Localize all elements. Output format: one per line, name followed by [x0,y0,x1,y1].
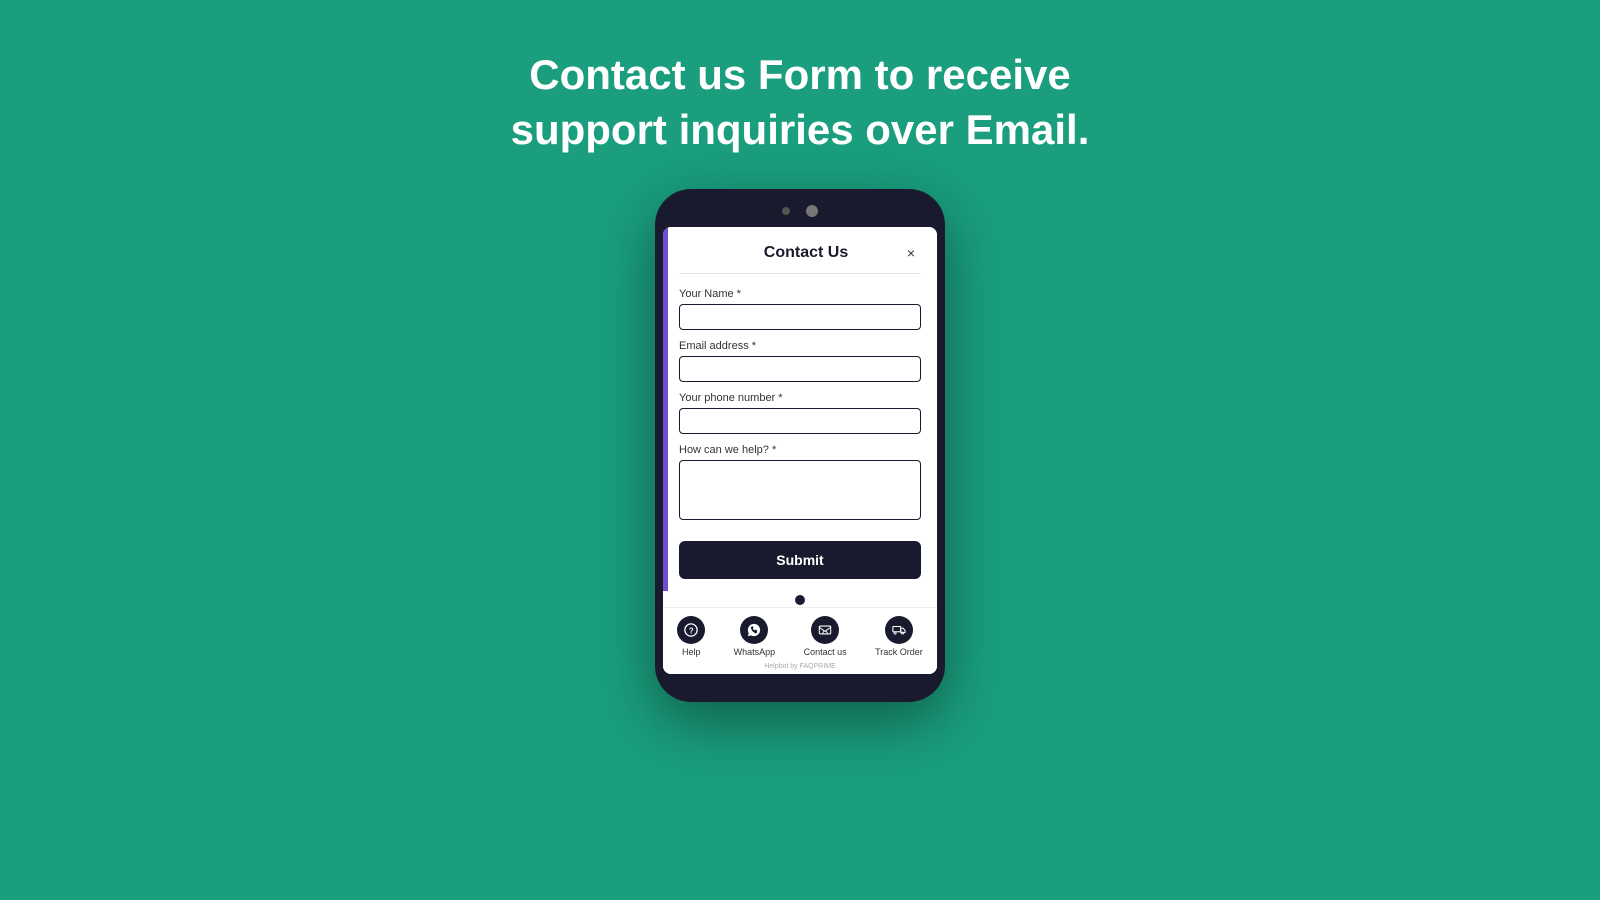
svg-text:?: ? [689,627,694,636]
nav-label-help: Help [682,647,701,657]
question-icon: ? [677,616,705,644]
email-input[interactable] [679,356,921,382]
help-label: How can we help? * [679,444,921,456]
nav-label-whatsapp: WhatsApp [734,647,776,657]
nav-item-help[interactable]: ? Help [677,616,705,657]
contact-modal: Contact Us × Your Name * Email address * [663,227,937,591]
phone-screen: Contact Us × Your Name * Email address * [663,227,937,674]
email-label: Email address * [679,340,921,352]
phone-mockup: Contact Us × Your Name * Email address * [655,189,945,702]
nav-label-track: Track Order [875,647,923,657]
submit-button[interactable]: Submit [679,541,921,579]
envelope-icon [811,616,839,644]
phone-speaker-dot [806,205,818,217]
whatsapp-icon [740,616,768,644]
nav-item-track[interactable]: Track Order [875,616,923,657]
name-label: Your Name * [679,288,921,300]
phone-label: Your phone number * [679,392,921,404]
truck-icon [885,616,913,644]
powered-by-label: Helpbot by FAQPRIME [663,661,937,674]
page-title: Contact us Form to receive support inqui… [511,48,1090,157]
help-field-group: How can we help? * [679,444,921,525]
phone-input[interactable] [679,408,921,434]
email-field-group: Email address * [679,340,921,382]
name-input[interactable] [679,304,921,330]
home-dot [795,595,805,605]
phone-field-group: Your phone number * [679,392,921,434]
contact-modal-wrapper: Contact Us × Your Name * Email address * [663,227,937,591]
help-textarea[interactable] [679,460,921,520]
bottom-nav: ? Help WhatsApp [663,607,937,661]
phone-top-bar [663,205,937,217]
nav-home-dot-area [663,591,937,607]
modal-title: Contact Us [711,244,901,262]
nav-item-contact[interactable]: Contact us [804,616,847,657]
name-field-group: Your Name * [679,288,921,330]
phone-bottom-chin [663,674,937,690]
modal-accent-bar [663,227,668,591]
modal-header: Contact Us × [679,243,921,274]
phone-camera-dot [782,207,790,215]
nav-item-whatsapp[interactable]: WhatsApp [734,616,776,657]
modal-close-button[interactable]: × [901,243,921,263]
nav-label-contact: Contact us [804,647,847,657]
